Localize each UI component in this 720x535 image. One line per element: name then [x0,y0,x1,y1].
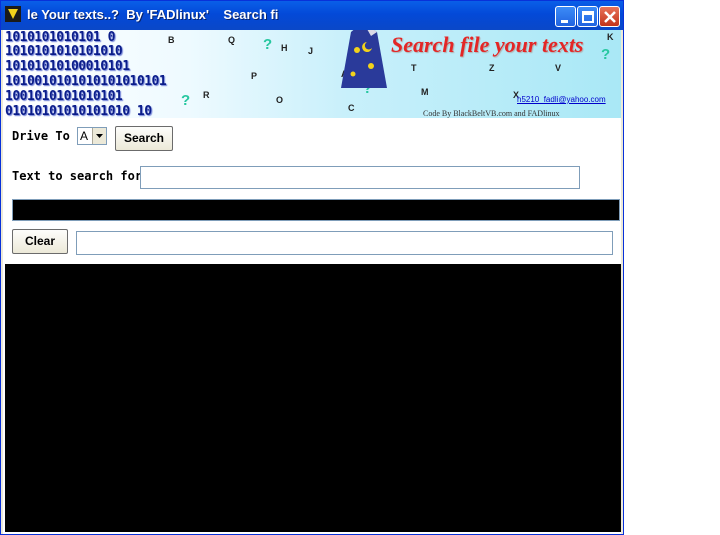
wizard-icon [341,30,387,88]
binary-line-5: 1001010101010101 [5,89,123,104]
window-title: le Your texts..? By 'FADlinux' Search fi [27,7,279,22]
banner-letter: J [308,46,314,56]
question-mark-decor: ? [601,46,611,63]
results-list[interactable] [5,264,621,532]
question-mark-decor: ? [263,36,273,53]
binary-line-1: 1010101010101 0 [5,30,115,45]
app-window: le Your texts..? By 'FADlinux' Search fi… [0,0,624,535]
close-icon [604,11,616,23]
binary-line-3: 10101010100010101 [5,59,130,74]
search-button[interactable]: Search [115,126,173,151]
app-icon [5,6,21,22]
minimize-button[interactable] [555,6,576,27]
banner-letter: K [607,32,614,42]
main-panel: Drive To A Search Text to search for: Cl… [3,118,621,534]
minimize-icon [561,20,568,23]
banner-letter: P [251,71,258,81]
banner-letter: Q [228,35,236,45]
binary-line-4: 1010010101010101010101 [5,74,167,89]
drive-label: Drive To [12,129,70,143]
credit-text: Code By BlackBeltVB.com and FADlinux [423,109,560,118]
maximize-icon [582,11,594,23]
banner-letter: C [348,103,355,113]
search-text-input[interactable] [140,166,580,189]
maximize-button[interactable] [577,6,598,27]
banner-letter: B [168,35,175,45]
banner-letter: R [203,90,210,100]
banner-title: Search file your texts [391,32,584,57]
search-text-label: Text to search for: [12,169,150,183]
status-bar [12,199,620,221]
banner-letter: Z [489,63,495,73]
result-path-field[interactable] [76,231,613,255]
binary-line-2: 1010101010101010 [5,44,123,59]
chevron-down-icon [96,134,103,138]
title-bar[interactable]: le Your texts..? By 'FADlinux' Search fi [1,1,623,30]
drive-select[interactable]: A [77,127,107,145]
banner-letter: M [421,87,429,97]
close-button[interactable] [599,6,620,27]
banner-letter: T [411,63,417,73]
drive-select-value: A [80,129,89,143]
dropdown-arrow-button[interactable] [92,128,106,144]
banner-letter: V [555,63,562,73]
clear-button[interactable]: Clear [12,229,68,254]
banner-image: 1010101010101 0 1010101010101010 1010101… [3,30,621,118]
binary-line-6: 01010101010101010 10 [5,104,152,118]
email-link[interactable]: h5210_fadli@yahoo.com [517,95,606,104]
banner-letter: H [281,43,288,53]
question-mark-decor: ? [181,92,191,109]
banner-letter: O [276,95,284,105]
